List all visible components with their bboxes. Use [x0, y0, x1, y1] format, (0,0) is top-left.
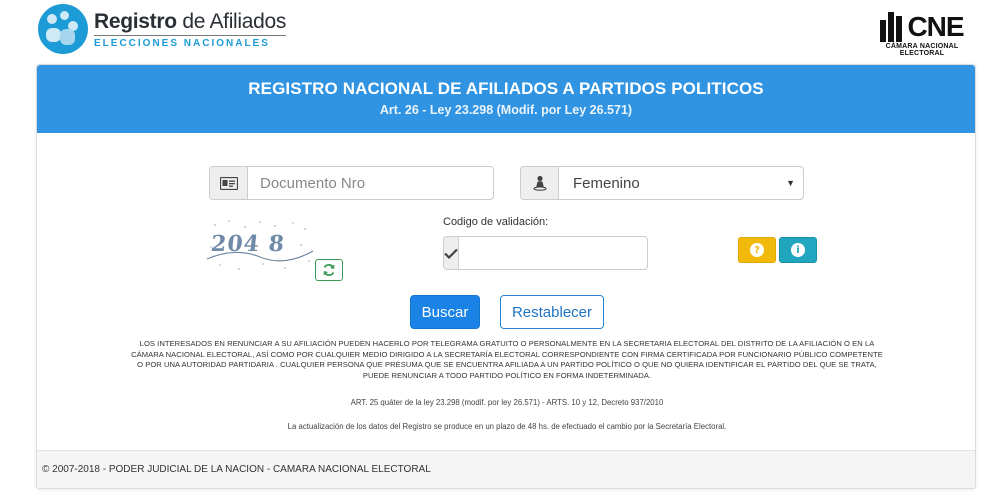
- gender-selected-value: Femenino: [573, 174, 640, 192]
- people-circle-icon: [38, 4, 88, 54]
- panel-header: REGISTRO NACIONAL DE AFILIADOS A PARTIDO…: [37, 65, 975, 133]
- captcha-image: 204 8: [205, 217, 315, 273]
- validation-code-input[interactable]: [459, 237, 682, 269]
- document-input-group: [209, 166, 494, 200]
- person-icon: [521, 167, 559, 199]
- reset-button[interactable]: Restablecer: [500, 295, 604, 329]
- cne-subtitle: CÁMARA NACIONAL ELECTORAL: [885, 43, 959, 57]
- info-button[interactable]: i: [779, 237, 817, 263]
- help-button[interactable]: ?: [738, 237, 776, 263]
- check-icon: [444, 237, 459, 269]
- cne-word: CNE: [907, 11, 964, 42]
- cne-bars-icon: [880, 12, 904, 42]
- question-icon: ?: [750, 243, 764, 257]
- footer: © 2007-2018 - PODER JUDICIAL DE LA NACIO…: [37, 450, 975, 488]
- page-subtitle: Art. 26 - Ley 23.298 (Modif. por Ley 26.…: [379, 103, 633, 117]
- legal-article: ART. 25 quáter de la ley 23.298 (modif. …: [350, 398, 664, 407]
- page-title: REGISTRO NACIONAL DE AFILIADOS A PARTIDO…: [248, 79, 764, 98]
- captcha-text: 204 8: [209, 231, 287, 257]
- update-notice: La actualización de los datos del Regist…: [287, 422, 727, 431]
- refresh-icon: [323, 264, 335, 276]
- brand-title: Registro de Afiliados: [94, 9, 287, 33]
- document-number-input[interactable]: [248, 167, 493, 199]
- validation-code-group: [443, 236, 682, 270]
- search-panel: REGISTRO NACIONAL DE AFILIADOS A PARTIDO…: [36, 64, 976, 489]
- brand-subtitle: ELECCIONES NACIONALES: [94, 34, 287, 49]
- chevron-down-icon: ▼: [786, 178, 795, 188]
- validation-code-label: Codigo de validación:: [443, 216, 549, 228]
- gender-select[interactable]: Femenino ▼: [520, 166, 804, 200]
- top-header: Registro de Afiliados ELECCIONES NACIONA…: [0, 0, 1000, 62]
- legal-notice: LOS INTERESADOS EN RENUNCIAR A SU AFILIA…: [131, 339, 883, 380]
- info-icon: i: [791, 243, 805, 257]
- search-button[interactable]: Buscar: [410, 295, 480, 329]
- id-card-icon: [210, 167, 248, 199]
- footer-copyright: © 2007-2018 - PODER JUDICIAL DE LA NACIO…: [42, 464, 431, 475]
- refresh-captcha-button[interactable]: [315, 259, 343, 281]
- cne-logo[interactable]: CNE CÁMARA NACIONAL ELECTORAL: [872, 4, 972, 57]
- registro-logo[interactable]: Registro de Afiliados ELECCIONES NACIONA…: [38, 4, 286, 54]
